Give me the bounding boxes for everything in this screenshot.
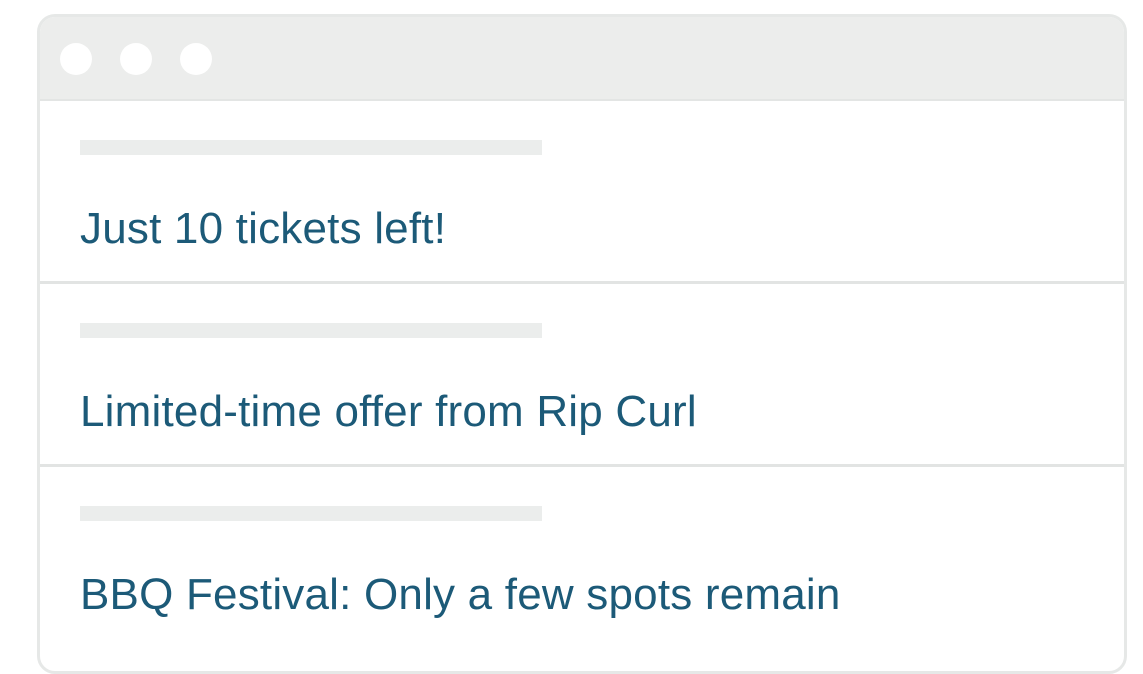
list-item[interactable]: BBQ Festival: Only a few spots remain bbox=[40, 467, 1124, 650]
window-control-dot[interactable] bbox=[60, 43, 92, 75]
placeholder-bar bbox=[80, 140, 542, 155]
placeholder-bar bbox=[80, 323, 542, 338]
list-item[interactable]: Limited-time offer from Rip Curl bbox=[40, 284, 1124, 467]
notification-list: Just 10 tickets left! Limited-time offer… bbox=[40, 101, 1124, 650]
browser-window: Just 10 tickets left! Limited-time offer… bbox=[37, 14, 1127, 674]
notification-text: BBQ Festival: Only a few spots remain bbox=[80, 570, 841, 619]
window-titlebar bbox=[40, 17, 1124, 101]
placeholder-bar bbox=[80, 506, 542, 521]
window-control-dot[interactable] bbox=[120, 43, 152, 75]
window-control-dot[interactable] bbox=[180, 43, 212, 75]
list-item[interactable]: Just 10 tickets left! bbox=[40, 101, 1124, 284]
notification-text: Limited-time offer from Rip Curl bbox=[80, 387, 697, 436]
notification-text: Just 10 tickets left! bbox=[80, 204, 447, 253]
